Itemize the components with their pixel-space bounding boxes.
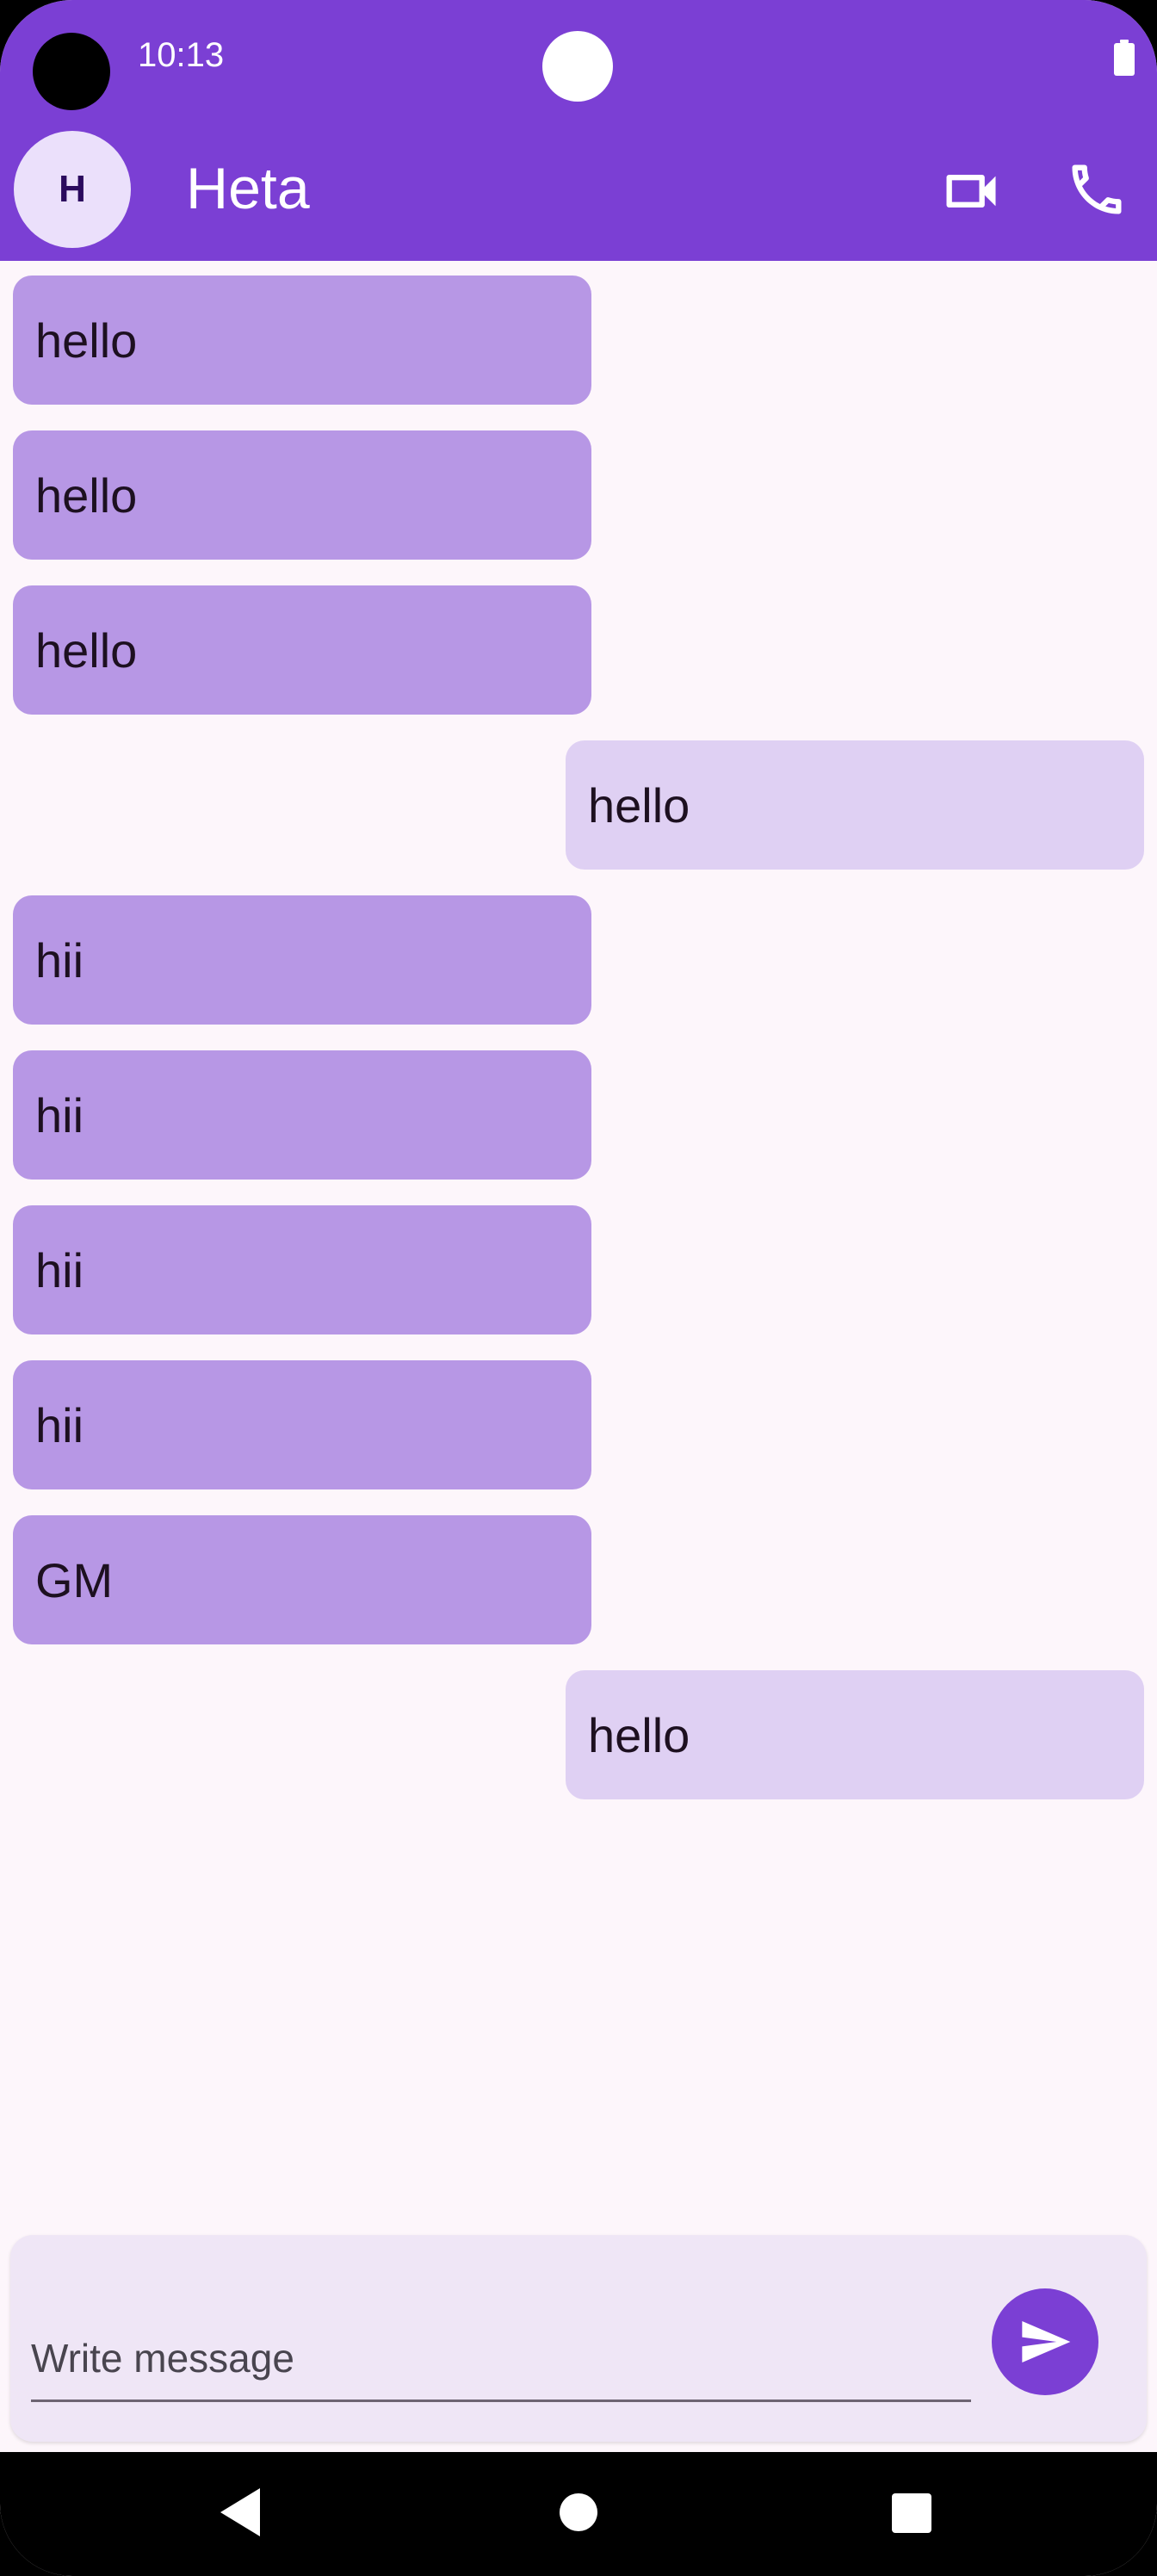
- app-bar: 10:13 H Heta: [0, 0, 1157, 261]
- message-bubble-received[interactable]: hii: [13, 895, 591, 1025]
- message-list[interactable]: hello hello hello hello hii hii hii hii …: [0, 261, 1157, 2232]
- back-icon[interactable]: [217, 2486, 262, 2538]
- message-text: hello: [588, 777, 690, 833]
- message-composer: [10, 2235, 1147, 2442]
- battery-icon: [1114, 40, 1135, 76]
- message-bubble-received[interactable]: GM: [13, 1515, 591, 1644]
- message-text: hello: [35, 313, 138, 368]
- message-bubble-sent[interactable]: hello: [566, 740, 1144, 870]
- message-text: hii: [35, 1087, 84, 1142]
- front-camera: [33, 33, 110, 110]
- contact-name[interactable]: Heta: [186, 155, 310, 222]
- message-bubble-received[interactable]: hii: [13, 1360, 591, 1489]
- status-indicator-dot: [542, 31, 613, 102]
- home-icon[interactable]: [560, 2493, 597, 2531]
- avatar[interactable]: H: [14, 131, 131, 248]
- chat-screen: 10:13 H Heta hello hello hello hello hii…: [0, 0, 1157, 2576]
- video-camera-icon[interactable]: [938, 158, 1004, 224]
- message-bubble-received[interactable]: hii: [13, 1050, 591, 1180]
- message-text: hello: [35, 468, 138, 523]
- message-text: hello: [35, 622, 138, 678]
- avatar-initial: H: [59, 168, 86, 210]
- message-text: hii: [35, 1397, 84, 1452]
- status-time: 10:13: [138, 36, 225, 74]
- message-bubble-received[interactable]: hello: [13, 585, 591, 715]
- send-button[interactable]: [992, 2288, 1098, 2395]
- system-nav-bar: [0, 2452, 1157, 2576]
- message-bubble-received[interactable]: hello: [13, 276, 591, 405]
- message-text: hii: [35, 932, 84, 988]
- send-icon: [1022, 2321, 1071, 2362]
- message-text: GM: [35, 1552, 114, 1607]
- phone-icon[interactable]: [1064, 157, 1129, 222]
- message-text: hii: [35, 1242, 84, 1297]
- message-bubble-sent[interactable]: hello: [566, 1670, 1144, 1799]
- message-bubble-received[interactable]: hii: [13, 1205, 591, 1334]
- message-bubble-received[interactable]: hello: [13, 430, 591, 560]
- message-input[interactable]: [31, 2316, 971, 2402]
- message-text: hello: [588, 1707, 690, 1762]
- recents-icon[interactable]: [892, 2493, 931, 2533]
